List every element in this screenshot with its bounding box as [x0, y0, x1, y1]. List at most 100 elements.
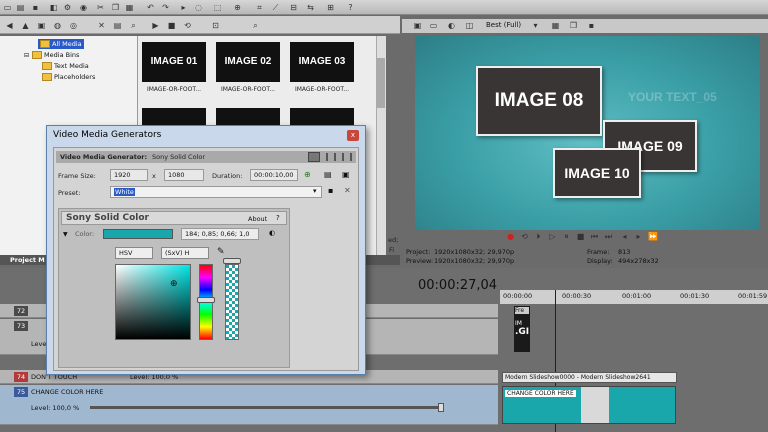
hue-slider-thumb[interactable] [197, 297, 215, 303]
thumbnail[interactable]: IMAGE 01 [142, 42, 206, 82]
delete-preset-icon[interactable]: ✕ [344, 186, 351, 195]
thumbnail[interactable]: IMAGE 02 [216, 42, 280, 82]
view-mode-icon[interactable] [326, 153, 336, 161]
overlays-icon[interactable]: ▦ [550, 20, 561, 31]
color-field[interactable]: ⊕ [115, 264, 191, 340]
color-clip[interactable]: CHANGE COLOR HERE [502, 386, 676, 424]
color-mode-select[interactable]: HSV [115, 247, 153, 259]
play-icon[interactable]: ▶ [150, 20, 161, 31]
snap-icon[interactable]: ⌗ [254, 2, 265, 13]
loop-icon[interactable]: ⟲ [182, 20, 193, 31]
level-slider-thumb[interactable] [438, 403, 444, 412]
back-icon[interactable]: ◀ [4, 20, 15, 31]
tree-item-placeholders[interactable]: Placeholders [42, 72, 95, 82]
remove-icon[interactable]: ✕ [96, 20, 107, 31]
find-icon[interactable]: ⌕ [250, 20, 261, 31]
thumbnail[interactable]: IMAGE 03 [290, 42, 354, 82]
open-project-icon[interactable]: ▤ [15, 2, 26, 13]
render-icon[interactable]: ◧ [48, 2, 59, 13]
paste-icon[interactable]: ▦ [124, 2, 135, 13]
fx-icon[interactable]: ◐ [446, 20, 457, 31]
selection-tool-icon[interactable]: ⬚ [212, 2, 223, 13]
view-mode-icon[interactable] [308, 152, 320, 162]
level-slider[interactable] [90, 406, 440, 409]
color-value-field[interactable]: 184; 0,85; 0,66; 1,0 [181, 228, 259, 240]
slideshow-clip[interactable]: Modern Slideshow0000 - Modern Slideshow2… [502, 372, 677, 383]
chevron-down-icon[interactable]: ▾ [530, 20, 541, 31]
preview-properties-icon[interactable]: ▣ [412, 20, 423, 31]
tree-item-all-media[interactable]: All Media [38, 39, 84, 49]
height-field[interactable]: 1080 [164, 169, 204, 181]
edit-tool-icon[interactable]: ▸ [178, 2, 189, 13]
up-folder-icon[interactable]: ▲ [20, 20, 31, 31]
view-icon[interactable]: ▤ [112, 20, 123, 31]
collapse-icon[interactable]: ⊟ [24, 52, 29, 59]
alpha-slider-thumb[interactable] [223, 258, 241, 264]
preset-select[interactable]: White [110, 186, 322, 198]
autopreview-icon[interactable]: ⊡ [210, 20, 221, 31]
duration-field[interactable]: 00:00:10,00 [250, 169, 298, 181]
undo-icon[interactable]: ↶ [145, 2, 156, 13]
help-button[interactable]: ? [276, 214, 280, 222]
next-frame-icon[interactable]: ▸ [634, 232, 643, 241]
timeline-ruler[interactable]: 00:00:00 00:00:30 00:01:00 00:01:30 00:0… [500, 290, 768, 304]
channel-select[interactable]: (SxV) H [161, 247, 209, 259]
save-snapshot-icon[interactable]: ▪ [586, 20, 597, 31]
about-button[interactable]: About [248, 215, 267, 223]
color-swatch[interactable] [103, 229, 173, 239]
expand-icon[interactable]: ▼ [63, 231, 68, 238]
markers-icon[interactable]: ⊞ [325, 2, 336, 13]
color-picker-icon[interactable]: ◐ [269, 229, 275, 237]
envelope-tool-icon[interactable]: ◌ [193, 2, 204, 13]
crosshair-icon[interactable]: ⊕ [170, 279, 178, 289]
close-button[interactable]: x [347, 130, 359, 141]
track-header[interactable]: 75 CHANGE COLOR HERE Level: 100,0 % [0, 385, 498, 425]
insert-icon[interactable]: ⊕ [304, 170, 311, 179]
preview-icon[interactable]: ▣ [342, 170, 350, 179]
play-from-start-icon[interactable]: ⏵ [534, 232, 543, 241]
chevron-down-icon[interactable]: ▾ [313, 187, 317, 195]
scrollbar-thumb[interactable] [377, 58, 385, 108]
shuttle-icon[interactable]: ⏩ [648, 232, 658, 241]
save-preset-icon[interactable]: ▪ [328, 186, 333, 195]
external-monitor-icon[interactable]: ▭ [428, 20, 439, 31]
stop-icon[interactable]: ■ [576, 232, 585, 241]
tree-item-text-media[interactable]: Text Media [42, 61, 89, 71]
tree-item-media-bins[interactable]: ⊟ Media Bins [24, 50, 79, 60]
ripple-icon[interactable]: ⇆ [305, 2, 316, 13]
copy-snapshot-icon[interactable]: ❐ [568, 20, 579, 31]
video-clip[interactable]: Fre IM .GI [514, 306, 530, 352]
quality-select[interactable]: Best (Full) [486, 21, 521, 29]
play-icon[interactable]: ▷ [548, 232, 557, 241]
go-to-start-icon[interactable]: ⏮ [590, 232, 599, 241]
import-icon[interactable]: ▣ [36, 20, 47, 31]
redo-icon[interactable]: ↷ [160, 2, 171, 13]
capture-icon[interactable]: ◍ [52, 20, 63, 31]
split-screen-icon[interactable]: ◫ [464, 20, 475, 31]
project-tab[interactable]: Project M [10, 256, 45, 264]
auto-crossfade-icon[interactable]: ⟋ [270, 2, 281, 13]
properties-icon[interactable]: ▤ [324, 170, 332, 179]
track-name[interactable]: CHANGE COLOR HERE [31, 387, 103, 397]
copy-icon[interactable]: ❐ [110, 2, 121, 13]
cut-icon[interactable]: ✂ [95, 2, 106, 13]
lock-icon[interactable]: ⊟ [288, 2, 299, 13]
width-field[interactable]: 1920 [110, 169, 148, 181]
loop-playback-icon[interactable]: ⟲ [520, 232, 529, 241]
help-icon[interactable]: ? [345, 2, 356, 13]
eyedropper-icon[interactable]: ✎ [217, 247, 225, 257]
save-icon[interactable]: ▪ [30, 2, 41, 13]
prev-frame-icon[interactable]: ◂ [620, 232, 629, 241]
view-mode-icon[interactable] [342, 153, 352, 161]
stop-icon[interactable]: ■ [166, 20, 177, 31]
zoom-tool-icon[interactable]: ⊕ [232, 2, 243, 13]
media-icon[interactable]: ◉ [78, 2, 89, 13]
record-icon[interactable]: ● [506, 232, 515, 241]
go-to-end-icon[interactable]: ⏭ [604, 232, 613, 241]
pause-icon[interactable]: ⏸ [562, 232, 571, 241]
alpha-slider[interactable] [225, 264, 239, 340]
new-project-icon[interactable]: ▭ [2, 2, 13, 13]
properties-icon[interactable]: ⚙ [62, 2, 73, 13]
get-media-icon[interactable]: ◎ [68, 20, 79, 31]
search-icon[interactable]: ⌕ [128, 20, 139, 31]
